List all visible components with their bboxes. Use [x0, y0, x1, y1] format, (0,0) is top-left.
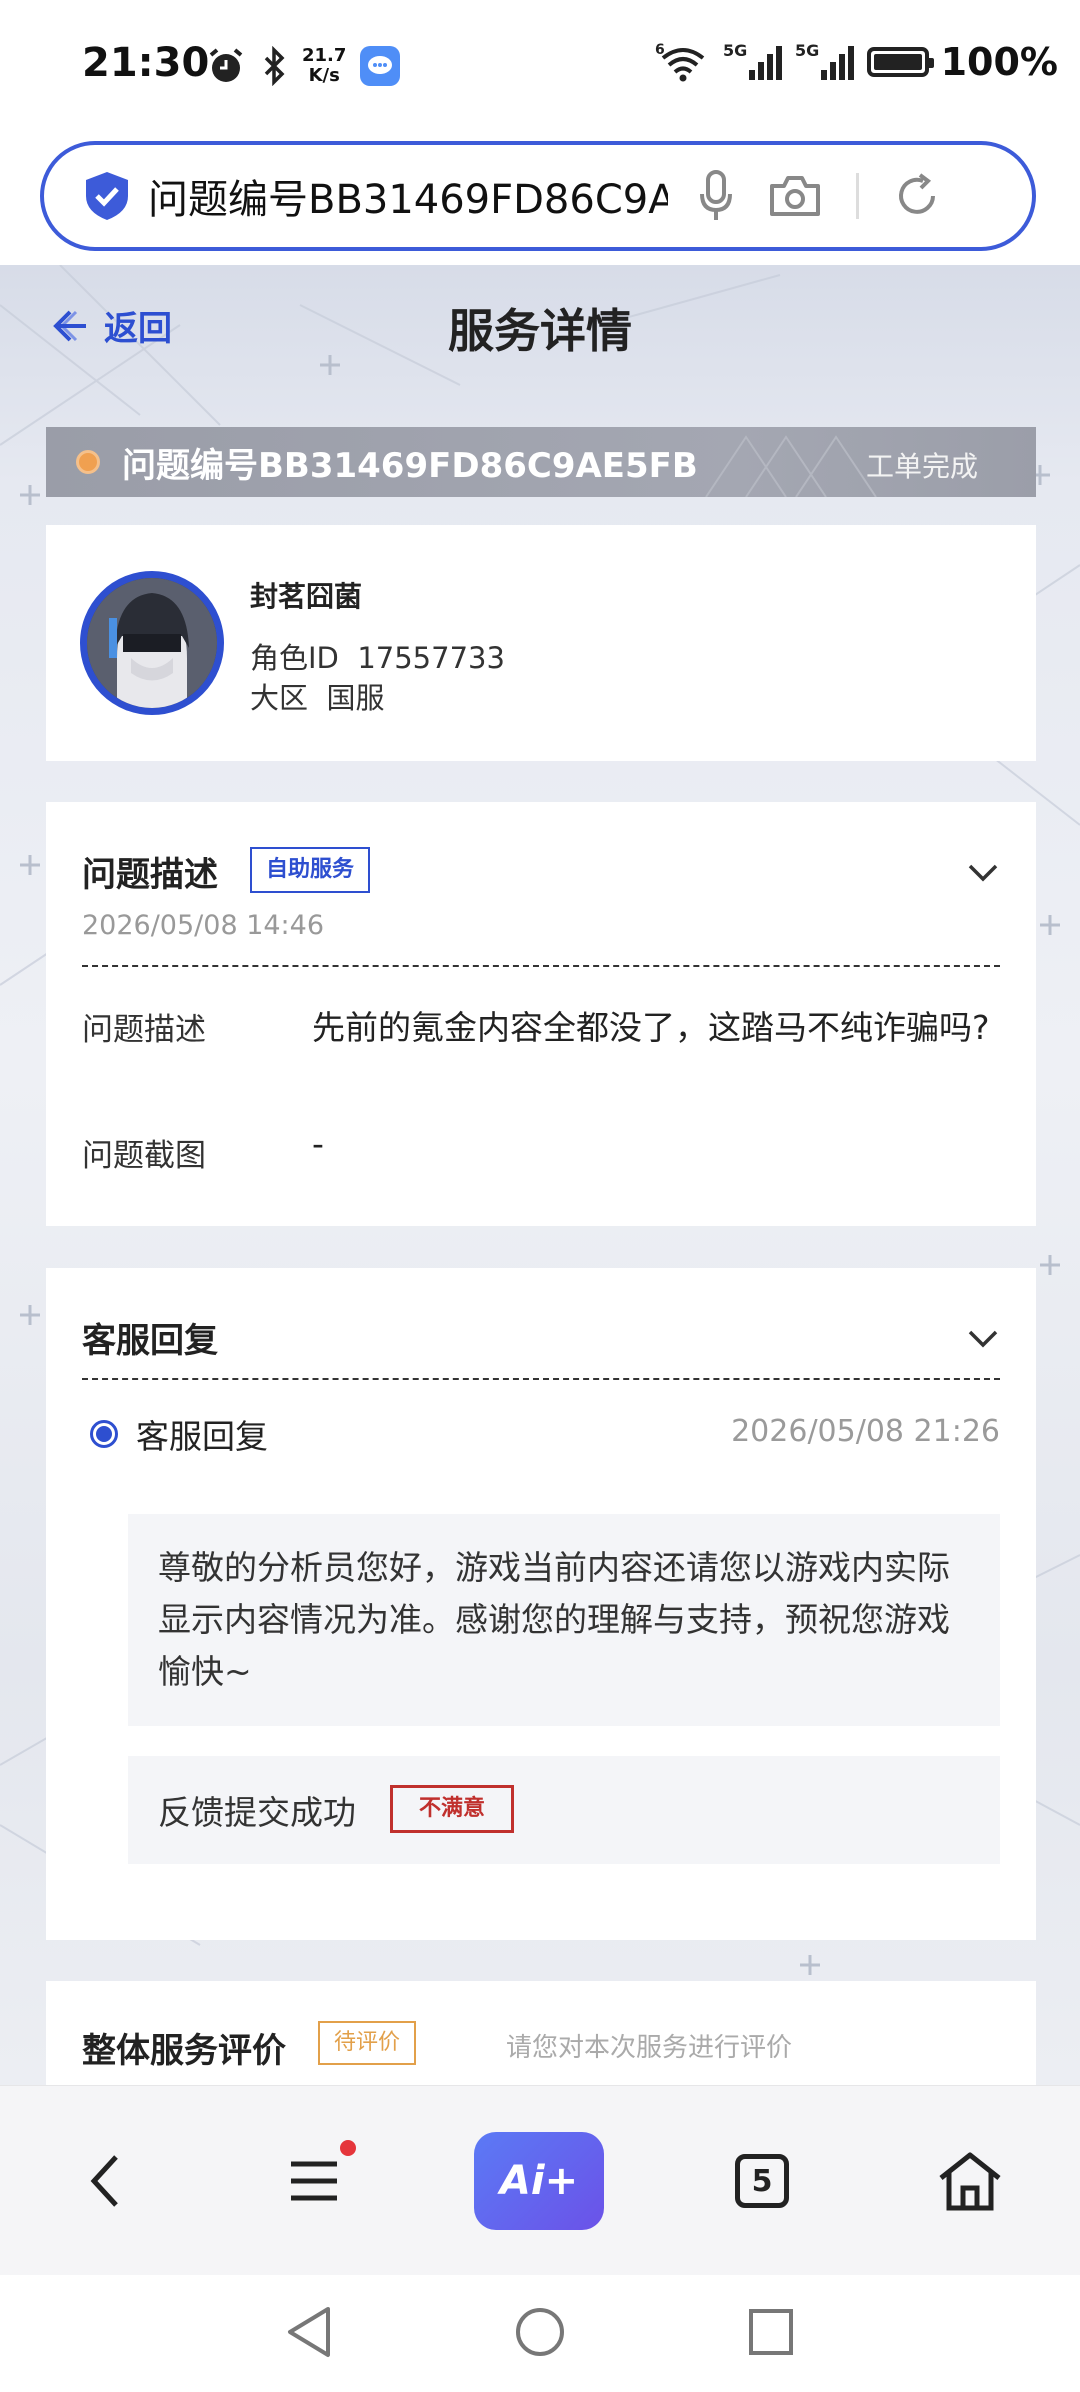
reply-message-box: 尊敬的分析员您好，游戏当前内容还请您以游戏内实际显示内容情况为准。感谢您的理解与…	[128, 1514, 1000, 1726]
address-bar-actions	[698, 170, 941, 222]
user-name: 封茗囧菌	[250, 580, 363, 613]
problem-date: 2026/05/08 14:46	[82, 910, 325, 941]
problem-card: 问题描述 自助服务 2026/05/08 14:46 问题描述 先前的氪金内容全…	[46, 802, 1036, 1226]
address-bar-separator	[856, 173, 859, 219]
back-nav-button[interactable]	[46, 2086, 166, 2276]
bluetooth-icon	[264, 46, 285, 86]
evaluation-hint: 请您对本次服务进行评价	[506, 2033, 793, 2063]
reply-date: 2026/05/08 21:26	[731, 1414, 1000, 1449]
reply-item-label: 客服回复	[136, 1417, 268, 1456]
ticket-number: 问题编号BB31469FD86C9AE5FB	[122, 445, 698, 486]
user-card: 封茗囧菌 角色ID 17557733 大区 国服	[46, 525, 1036, 761]
browser-bottom-bar: Ai+ 5	[0, 2085, 1080, 2276]
role-id-value: 17557733	[357, 641, 505, 675]
ticket-bar: 问题编号BB31469FD86C9AE5FB 工单完成	[46, 427, 1036, 497]
evaluation-card: 整体服务评价 待评价 请您对本次服务进行评价	[46, 1981, 1036, 2085]
message-app-icon	[360, 46, 401, 86]
chevron-down-icon[interactable]	[966, 860, 1000, 884]
radio-dot-icon	[90, 1420, 118, 1448]
status-time: 21:30	[82, 40, 210, 86]
status-bar: 21:30 21.7 K/s 6 5G 5G 100%	[0, 0, 1080, 135]
region-value: 国服	[326, 681, 385, 715]
tab-count: 5	[735, 2154, 789, 2208]
system-recents-icon[interactable]	[746, 2305, 796, 2359]
avatar	[80, 571, 224, 715]
system-back-icon[interactable]	[284, 2305, 334, 2359]
menu-icon	[291, 2161, 337, 2201]
signal-5g-icon: 5G	[723, 41, 782, 80]
address-text[interactable]: 问题编号BB31469FD86C9AE5FB	[148, 167, 668, 225]
camera-icon[interactable]	[768, 174, 822, 218]
home-button[interactable]	[910, 2086, 1030, 2276]
status-dot-icon	[76, 450, 100, 474]
divider	[82, 1378, 1000, 1380]
pending-tag: 待评价	[318, 2021, 417, 2065]
net-speed-value: 21.7	[302, 45, 347, 66]
notification-dot	[340, 2140, 356, 2156]
reply-message: 尊敬的分析员您好，游戏当前内容还请您以游戏内实际显示内容情况为准。感谢您的理解与…	[158, 1548, 950, 1691]
home-icon	[939, 2152, 1001, 2211]
dissatisfied-tag: 不满意	[390, 1785, 515, 1833]
system-home-icon[interactable]	[514, 2305, 566, 2359]
address-bar[interactable]: 问题编号BB31469FD86C9AE5FB	[40, 141, 1036, 251]
status-right-icons: 6 5G 5G 100%	[655, 40, 1058, 84]
wifi-icon: 6	[655, 42, 704, 82]
chevron-left-icon	[90, 2155, 118, 2207]
role-id-line: 角色ID 17557733	[250, 635, 505, 677]
refresh-icon[interactable]	[893, 172, 941, 220]
tabs-button[interactable]: 5	[702, 2086, 822, 2276]
shield-check-icon	[86, 172, 128, 220]
screenshot-label: 问题截图	[82, 1138, 206, 1174]
page-title: 服务详情	[448, 304, 632, 358]
chevron-down-icon[interactable]	[966, 1326, 1000, 1350]
page-content: 返回 服务详情 问题编号BB31469FD86C9AE5FB 工单完成 封茗囧菌	[0, 265, 1080, 2085]
svg-text:5G: 5G	[795, 41, 819, 60]
screenshot-value: -	[312, 1124, 324, 1163]
desc-value: 先前的氪金内容全都没了，这踏马不纯诈骗吗?	[312, 1008, 990, 1047]
ticket-status: 工单完成	[865, 450, 978, 483]
net-speed: 21.7 K/s	[302, 46, 346, 86]
alarm-icon	[209, 48, 243, 82]
system-navigation-bar	[0, 2275, 1080, 2392]
ai-assistant-button[interactable]: Ai+	[474, 2132, 604, 2230]
region-label: 大区	[250, 681, 309, 715]
page-header: 返回 服务详情	[0, 265, 1080, 385]
reply-card: 客服回复 客服回复 2026/05/08 21:26 尊敬的分析员您好，游戏当前…	[46, 1268, 1036, 1940]
browser-toolbar: 问题编号BB31469FD86C9AE5FB	[0, 135, 1080, 265]
evaluation-title: 整体服务评价	[82, 2031, 286, 2071]
feedback-text: 反馈提交成功	[158, 1793, 356, 1832]
svg-text:5G: 5G	[723, 41, 747, 60]
desc-label: 问题描述	[82, 1012, 206, 1048]
battery-icon	[866, 47, 934, 77]
self-service-tag: 自助服务	[250, 847, 371, 893]
signal-5g-icon-2: 5G	[795, 41, 854, 80]
microphone-icon[interactable]	[698, 170, 734, 222]
problem-title: 问题描述	[82, 855, 218, 895]
role-id-label: 角色ID	[250, 641, 339, 675]
feedback-box: 反馈提交成功 不满意	[128, 1756, 1000, 1864]
status-left-icons: 21.7 K/s	[206, 46, 401, 86]
region-line: 大区 国服	[250, 675, 384, 717]
menu-button[interactable]	[254, 2086, 374, 2276]
divider	[82, 965, 1000, 967]
net-speed-unit: K/s	[308, 65, 340, 86]
battery-percent: 100%	[940, 40, 1058, 84]
reply-title: 客服回复	[82, 1321, 218, 1361]
reply-item: 客服回复	[90, 1410, 268, 1458]
